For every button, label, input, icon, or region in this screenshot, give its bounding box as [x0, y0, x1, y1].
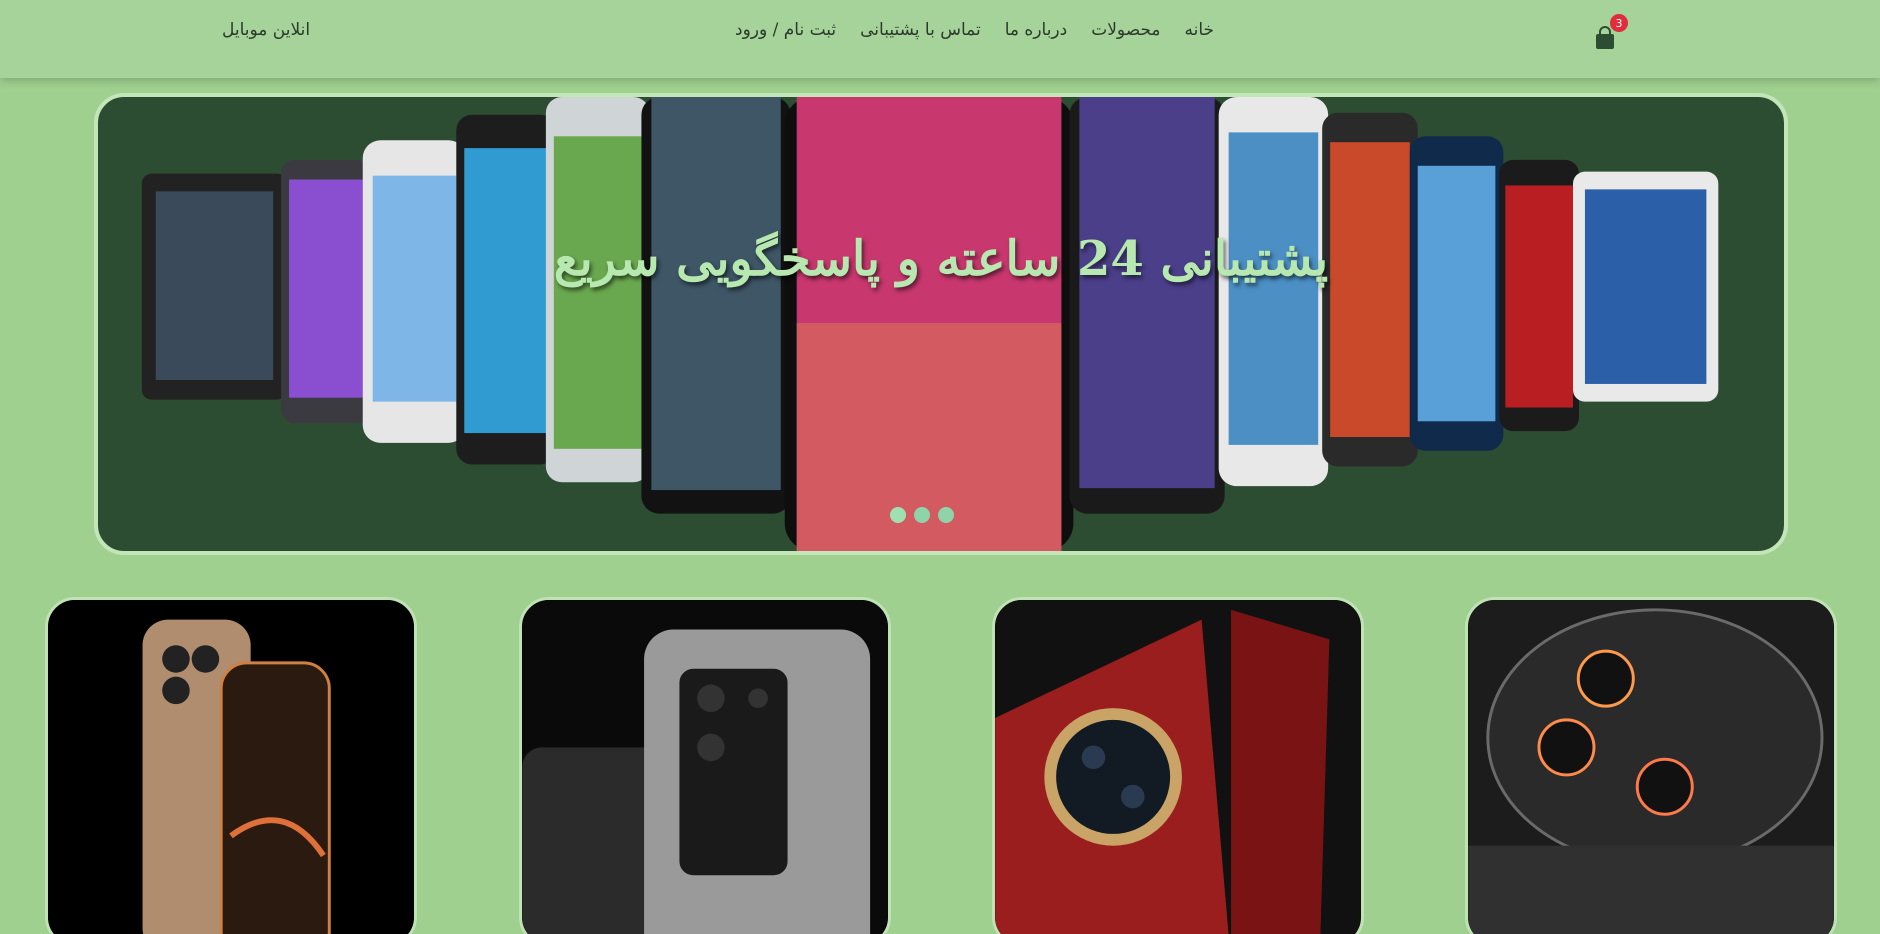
brand-name[interactable]: انلاین موبایل: [222, 20, 310, 40]
product-card-3[interactable]: [992, 597, 1364, 934]
samsung-ultra-image: [522, 600, 888, 934]
slider-dot-1[interactable]: [890, 507, 906, 523]
iphone-image: [48, 600, 414, 934]
nav-item-about[interactable]: درباره ما: [1005, 20, 1068, 40]
hero-slider: پشتیبانی 24 ساعته و پاسخگویی سریع: [94, 93, 1788, 555]
slider-dots: [890, 507, 954, 523]
nav-links: خانه محصولات درباره ما تماس با پشتیبانی …: [735, 20, 1214, 40]
camera-phone-image: [1468, 600, 1834, 934]
product-card-1[interactable]: [45, 597, 417, 934]
slider-dot-2[interactable]: [914, 507, 930, 523]
product-card-4[interactable]: [1465, 597, 1837, 934]
nav-item-login[interactable]: ثبت نام / ورود: [735, 20, 836, 40]
cart-count-badge: 3: [1610, 14, 1628, 32]
foldable-phone-image: [995, 600, 1361, 934]
slider-dot-3[interactable]: [938, 507, 954, 523]
product-card-2[interactable]: [519, 597, 891, 934]
hero-title: پشتیبانی 24 ساعته و پاسخگویی سریع: [553, 231, 1329, 287]
nav-item-support[interactable]: تماس با پشتیبانی: [860, 20, 981, 40]
cart-button[interactable]: 3: [1594, 14, 1628, 52]
nav-item-products[interactable]: محصولات: [1091, 20, 1160, 40]
navbar: انلاین موبایل خانه محصولات درباره ما تما…: [0, 0, 1880, 78]
phones-banner-image: [141, 97, 1719, 551]
nav-item-home[interactable]: خانه: [1185, 20, 1215, 40]
